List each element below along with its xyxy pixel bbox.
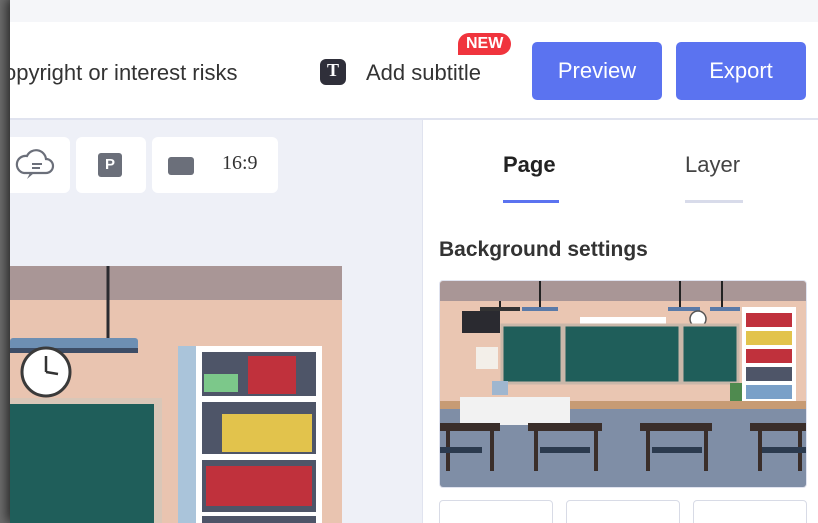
properties-panel: Page Layer Background settings <box>422 120 818 523</box>
panel-button-1[interactable] <box>439 500 553 523</box>
add-subtitle-label: Add subtitle <box>366 60 481 85</box>
tab-layer[interactable]: Layer <box>685 152 740 178</box>
new-badge: NEW <box>458 33 512 55</box>
panel-button-2[interactable] <box>566 500 680 523</box>
panel-button-3[interactable] <box>693 500 807 523</box>
tab-page-indicator <box>503 200 559 203</box>
aspect-ratio-button[interactable]: 16:9 <box>152 137 278 193</box>
app-window: opyright or interest risks T Add subtitl… <box>10 0 818 523</box>
export-button[interactable]: Export <box>676 42 806 100</box>
cloud-icon <box>15 149 55 179</box>
aspect-ratio-value: 16:9 <box>222 152 258 174</box>
cloud-tool-button[interactable] <box>10 137 70 193</box>
canvas-preview[interactable] <box>10 266 342 523</box>
background-thumbnail[interactable] <box>439 280 807 488</box>
aspect-ratio-icon <box>168 157 194 175</box>
page-p-icon: P <box>98 153 122 177</box>
tab-page[interactable]: Page <box>503 152 556 178</box>
page-tool-button[interactable]: P <box>76 137 146 193</box>
copyright-notice: opyright or interest risks <box>10 60 238 85</box>
classroom-scene-canvas <box>10 266 342 523</box>
top-strip <box>10 0 818 23</box>
tab-layer-indicator <box>685 200 743 203</box>
classroom-background-image <box>440 281 806 487</box>
top-toolbar: opyright or interest risks T Add subtitl… <box>10 22 818 120</box>
text-t-icon: T <box>320 59 346 85</box>
preview-button[interactable]: Preview <box>532 42 662 100</box>
background-settings-title: Background settings <box>439 238 648 261</box>
